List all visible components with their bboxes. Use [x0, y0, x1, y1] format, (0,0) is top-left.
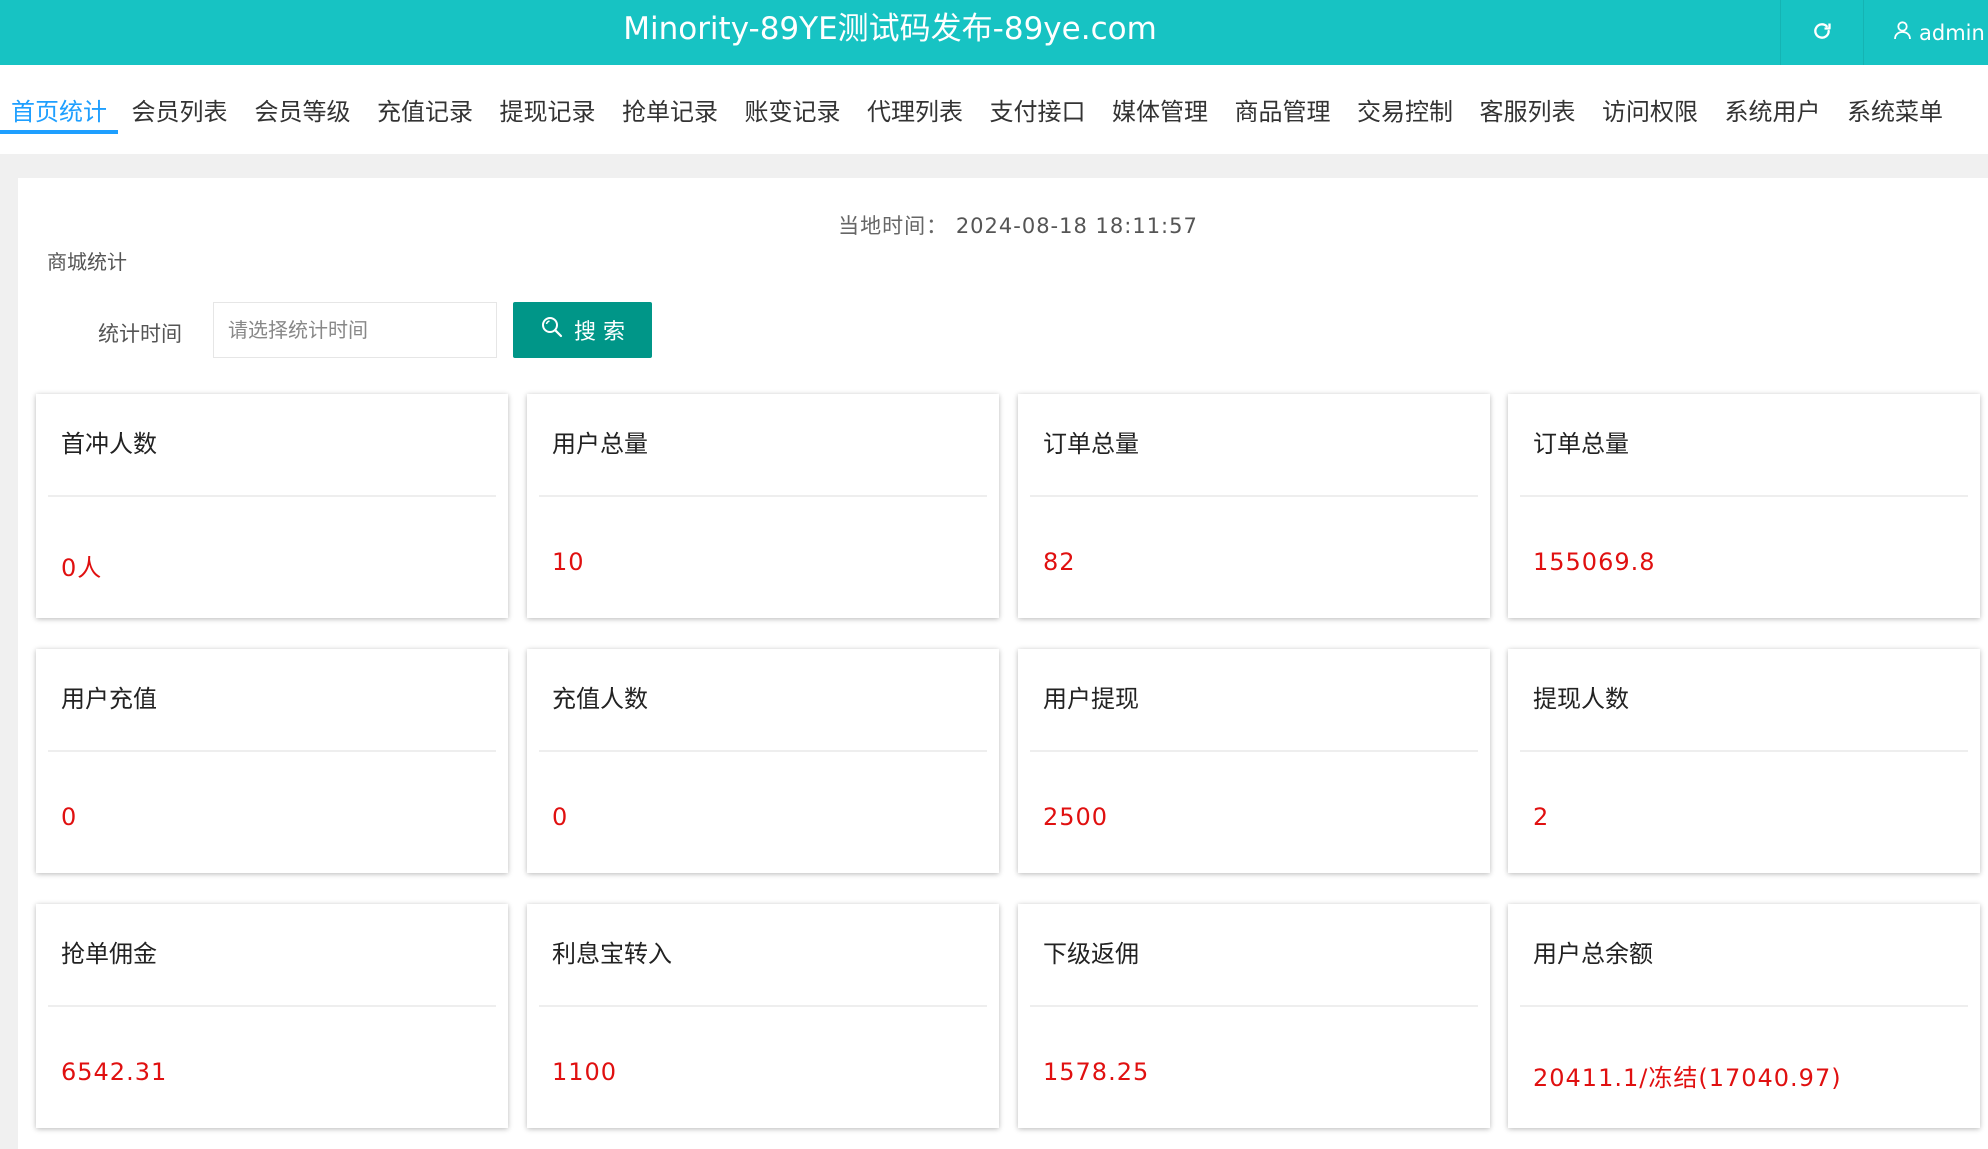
local-time: 当地时间： 2024-08-18 18:11:57: [18, 210, 1988, 240]
stat-card-title: 订单总量: [1043, 430, 1139, 458]
stat-card-value: 0: [552, 803, 569, 831]
card-divider: [1520, 750, 1968, 752]
stat-card-value: 2500: [1043, 803, 1109, 831]
stat-card-title: 用户总量: [552, 430, 648, 458]
stat-card-title: 下级返佣: [1043, 940, 1139, 968]
stat-card-title: 首冲人数: [61, 430, 157, 458]
stat-card-title: 利息宝转入: [552, 940, 672, 968]
stat-card-total-order-amount: 订单总量 155069.8: [1508, 394, 1980, 618]
app-header: Minority-89YE测试码发布-89ye.com admin: [0, 0, 1988, 65]
card-divider: [539, 495, 987, 497]
search-button[interactable]: 搜 索: [513, 302, 652, 358]
stat-card-total-balance: 用户总余额 20411.1/冻结(17040.97): [1508, 904, 1980, 1128]
card-divider: [48, 1005, 496, 1007]
user-name: admin: [1919, 20, 1985, 45]
tab-system-menu[interactable]: 系统菜单: [1834, 65, 1956, 154]
tab-access-permissions[interactable]: 访问权限: [1589, 65, 1711, 154]
section-title: 商城统计: [47, 250, 127, 274]
refresh-button[interactable]: [1780, 0, 1863, 65]
tab-system-users[interactable]: 系统用户: [1711, 65, 1834, 154]
local-time-label: 当地时间：: [838, 214, 949, 238]
tab-grab-order-records[interactable]: 抢单记录: [609, 65, 731, 154]
user-menu[interactable]: admin: [1863, 0, 1988, 65]
card-divider: [1520, 495, 1968, 497]
stat-card-user-withdraw: 用户提现 2500: [1018, 649, 1490, 873]
stat-card-subordinate-rebate: 下级返佣 1578.25: [1018, 904, 1490, 1128]
stat-card-grab-commission: 抢单佣金 6542.31: [36, 904, 508, 1128]
stat-card-withdraw-users: 提现人数 2: [1508, 649, 1980, 873]
stats-panel: 当地时间： 2024-08-18 18:11:57 商城统计 统计时间 搜 索 …: [18, 178, 1988, 1149]
tab-support-list[interactable]: 客服列表: [1466, 65, 1589, 154]
tab-withdraw-records[interactable]: 提现记录: [486, 65, 609, 154]
stat-card-total-users: 用户总量 10: [527, 394, 999, 618]
tab-trade-control[interactable]: 交易控制: [1344, 65, 1466, 154]
card-divider: [539, 1005, 987, 1007]
main-nav-tabs: 首页统计 会员列表 会员等级 充值记录 提现记录 抢单记录 账变记录 代理列表 …: [0, 65, 1988, 154]
stat-card-value: 6542.31: [61, 1058, 168, 1086]
search-button-label: 搜 索: [574, 320, 625, 345]
stat-card-value: 0人: [61, 554, 103, 582]
stat-card-title: 充值人数: [552, 685, 648, 713]
card-divider: [48, 750, 496, 752]
stat-card-title: 抢单佣金: [61, 940, 157, 968]
local-time-value: 2024-08-18 18:11:57: [955, 214, 1198, 238]
stat-card-value: 1578.25: [1043, 1058, 1150, 1086]
stat-card-value: 20411.1/冻结(17040.97): [1533, 1064, 1842, 1092]
stat-card-value: 155069.8: [1533, 548, 1656, 576]
stat-card-title: 订单总量: [1533, 430, 1629, 458]
stat-time-label: 统计时间: [98, 322, 182, 346]
tab-member-list[interactable]: 会员列表: [118, 65, 241, 154]
search-icon: [540, 315, 574, 345]
tab-home-stats[interactable]: 首页统计: [0, 65, 118, 154]
card-divider: [539, 750, 987, 752]
stat-card-first-recharge-users: 首冲人数 0人: [36, 394, 508, 618]
app-title: Minority-89YE测试码发布-89ye.com: [623, 11, 1157, 47]
tab-member-level[interactable]: 会员等级: [241, 65, 364, 154]
stat-card-value: 2: [1533, 803, 1550, 831]
stat-card-value: 1100: [552, 1058, 618, 1086]
card-divider: [48, 495, 496, 497]
tab-payment-interface[interactable]: 支付接口: [976, 65, 1099, 154]
stat-card-interest-transfer-in: 利息宝转入 1100: [527, 904, 999, 1128]
user-icon: [1894, 20, 1919, 45]
stat-card-title: 提现人数: [1533, 685, 1629, 713]
tab-product-management[interactable]: 商品管理: [1221, 65, 1344, 154]
tab-recharge-records[interactable]: 充值记录: [364, 65, 486, 154]
stat-card-title: 用户总余额: [1533, 940, 1653, 968]
stat-card-user-recharge: 用户充值 0: [36, 649, 508, 873]
card-divider: [1030, 495, 1478, 497]
stat-card-title: 用户提现: [1043, 685, 1139, 713]
stat-time-input[interactable]: [213, 302, 497, 358]
card-divider: [1520, 1005, 1968, 1007]
stat-card-total-orders: 订单总量 82: [1018, 394, 1490, 618]
stat-card-recharge-users: 充值人数 0: [527, 649, 999, 873]
tab-media-management[interactable]: 媒体管理: [1099, 65, 1221, 154]
tab-agent-list[interactable]: 代理列表: [854, 65, 976, 154]
stat-card-value: 10: [552, 548, 585, 576]
stat-card-title: 用户充值: [61, 685, 157, 713]
stat-card-value: 82: [1043, 548, 1076, 576]
tab-account-change-records[interactable]: 账变记录: [731, 65, 854, 154]
refresh-icon: [1812, 21, 1832, 45]
card-divider: [1030, 1005, 1478, 1007]
card-divider: [1030, 750, 1478, 752]
stat-card-value: 0: [61, 803, 78, 831]
